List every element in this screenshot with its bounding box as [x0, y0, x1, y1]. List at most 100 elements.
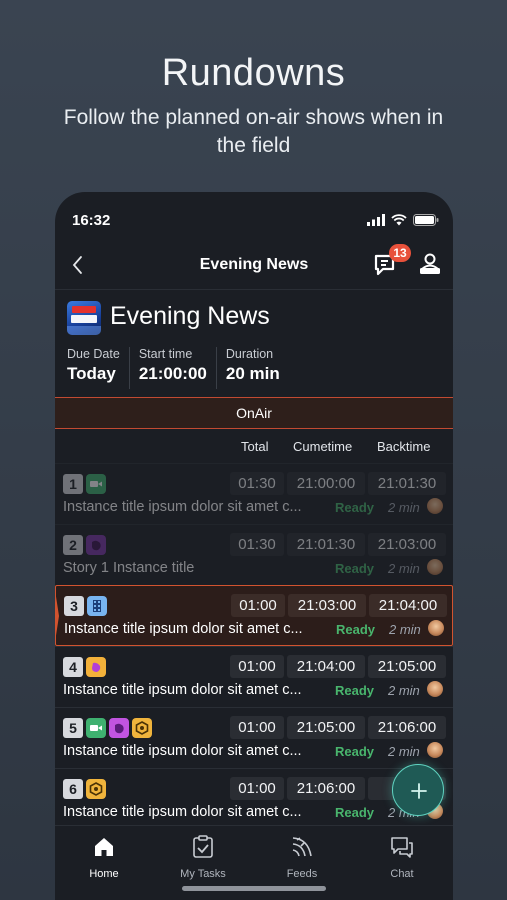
clipboard-check-icon: [193, 835, 213, 858]
home-icon: [95, 838, 113, 856]
row-total: 01:30: [230, 472, 284, 495]
phone-screen: 16:32 Evening News 13 Evening News Due D…: [55, 192, 453, 900]
badge-icon: [86, 779, 106, 799]
battery-icon: [413, 214, 439, 226]
row-status: Ready: [336, 622, 376, 637]
meta-value: Today: [67, 364, 116, 383]
promo-subtitle: Follow the planned on-air shows when in …: [63, 106, 444, 157]
badge-icon: [132, 718, 152, 738]
row-title: Story 1 Instance title: [63, 560, 195, 576]
tab-label: My Tasks: [180, 868, 226, 880]
col-cumetime: Cumetime: [293, 439, 353, 454]
meta-value: 20 min: [225, 364, 280, 383]
chat-icon: [391, 837, 413, 858]
row-title: Instance title ipsum dolor sit amet c...: [63, 743, 302, 759]
col-backtime: Backtime: [377, 439, 431, 454]
film-strip-icon: [87, 596, 107, 616]
status-icons: [367, 214, 439, 226]
avatar: [428, 620, 444, 636]
rundown-row-active[interactable]: 3 01:00 21:03:00 21:04:00 Instance title…: [55, 585, 453, 646]
tab-label: Feeds: [286, 868, 318, 880]
rundown-row[interactable]: 1 01:30 21:00:00 21:01:30 Instance title…: [55, 463, 453, 524]
row-cumetime: 21:03:00: [288, 594, 366, 617]
avatar: [427, 742, 443, 758]
tab-home[interactable]: Home: [69, 834, 139, 880]
rundown-title: Evening News: [110, 302, 270, 330]
row-number: 2: [63, 535, 83, 555]
tab-label: Chat: [390, 868, 414, 880]
rundown-row[interactable]: 5 01:00 21:05:00 21:06:00 Instance title…: [55, 707, 453, 768]
promo-title: Rundowns: [161, 52, 346, 94]
row-duration: 2 min: [388, 744, 420, 759]
row-backtime: 21:05:00: [368, 655, 446, 678]
row-status: Ready: [335, 683, 375, 698]
row-title: Instance title ipsum dolor sit amet c...: [63, 804, 302, 820]
avatar: [427, 498, 443, 514]
row-number: 3: [64, 596, 84, 616]
meta-due-date: Due Date Today: [67, 347, 130, 389]
row-backtime: 21:03:00: [368, 533, 446, 556]
row-backtime: 21:04:00: [369, 594, 447, 617]
audio-clip-icon: [109, 718, 129, 738]
signal-icon: [367, 214, 385, 226]
meta-label: Due Date: [67, 347, 120, 361]
meta-label: Start time: [138, 347, 193, 361]
video-camera-icon: [86, 474, 106, 494]
onair-bar[interactable]: OnAir: [55, 397, 453, 429]
column-headers: Total Cumetime Backtime: [55, 439, 453, 463]
row-number: 1: [63, 474, 83, 494]
status-bar: 16:32: [55, 192, 453, 242]
row-title: Instance title ipsum dolor sit amet c...: [63, 682, 302, 698]
navbar: Evening News 13: [55, 242, 453, 290]
row-total: 01:00: [230, 716, 284, 739]
row-duration: 2 min: [388, 683, 420, 698]
row-status: Ready: [335, 561, 375, 576]
row-number: 6: [63, 779, 83, 799]
row-duration: 2 min: [389, 622, 421, 637]
rundown-row[interactable]: 4 01:00 21:04:00 21:05:00 Instance title…: [55, 646, 453, 707]
row-number: 5: [63, 718, 83, 738]
row-backtime: 21:01:30: [368, 472, 446, 495]
meta-label: Duration: [225, 347, 274, 361]
tab-feeds[interactable]: Feeds: [267, 834, 337, 880]
audio-clip-icon: [86, 535, 106, 555]
news-hour-logo: [67, 301, 101, 335]
tab-chat[interactable]: Chat: [367, 834, 437, 880]
row-status: Ready: [335, 744, 375, 759]
meta-value: 21:00:00: [138, 364, 207, 383]
meta-duration: Duration 20 min: [226, 347, 289, 389]
row-cumetime: 21:05:00: [287, 716, 365, 739]
row-duration: 2 min: [388, 500, 420, 515]
row-duration: 2 min: [388, 561, 420, 576]
rundown-meta: Due Date Today Start time 21:00:00 Durat…: [67, 347, 441, 389]
graphics-icon: [86, 657, 106, 677]
row-status: Ready: [335, 805, 375, 820]
video-camera-icon: [86, 718, 106, 738]
feeds-icon: [292, 837, 312, 857]
rundown-row[interactable]: 2 01:30 21:01:30 21:03:00 Story 1 Instan…: [55, 524, 453, 585]
row-status: Ready: [335, 500, 375, 515]
tab-label: Home: [89, 868, 119, 880]
home-indicator[interactable]: [182, 886, 326, 891]
status-time: 16:32: [72, 212, 111, 229]
row-title: Instance title ipsum dolor sit amet c...: [64, 621, 303, 637]
meta-start-time: Start time 21:00:00: [139, 347, 217, 389]
row-cumetime: 21:04:00: [287, 655, 365, 678]
wifi-icon: [391, 214, 407, 226]
col-total: Total: [241, 439, 269, 454]
chat-badge: 13: [389, 244, 411, 262]
row-number: 4: [63, 657, 83, 677]
row-total: 01:00: [231, 594, 285, 617]
presenter-button[interactable]: [417, 252, 443, 278]
avatar: [427, 681, 443, 697]
presenter-icon: [420, 253, 440, 274]
add-button[interactable]: [392, 764, 444, 816]
row-title: Instance title ipsum dolor sit amet c...: [63, 499, 302, 515]
tab-my-tasks[interactable]: My Tasks: [168, 834, 238, 880]
row-cumetime: 21:01:30: [287, 533, 365, 556]
rundown-header: Evening News: [67, 300, 441, 336]
row-cumetime: 21:06:00: [287, 777, 365, 800]
row-backtime: 21:06:00: [368, 716, 446, 739]
rundown-list: 1 01:30 21:00:00 21:01:30 Instance title…: [55, 463, 453, 829]
row-total: 01:00: [230, 655, 284, 678]
